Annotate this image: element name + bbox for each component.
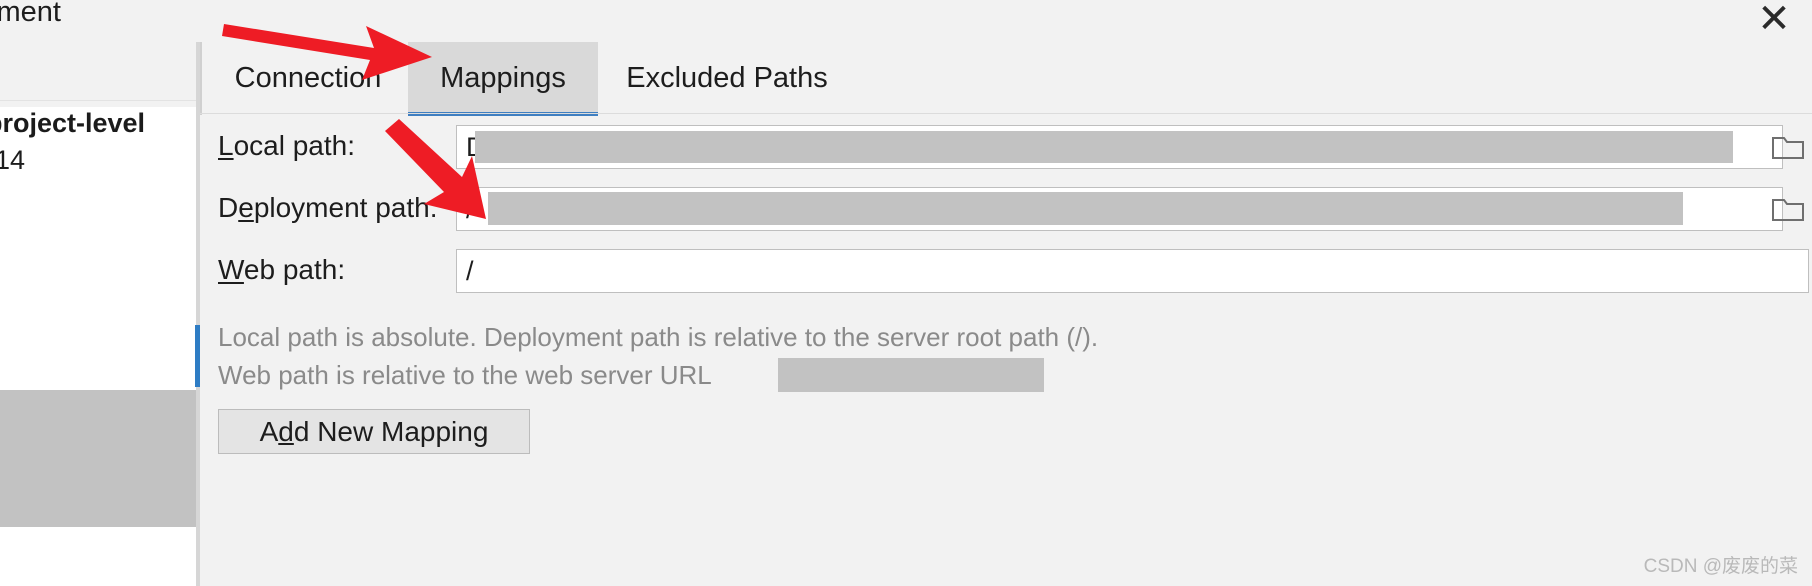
redaction-block bbox=[0, 390, 196, 527]
add-new-mapping-button[interactable]: Add New Mapping bbox=[218, 409, 530, 454]
deployment-path-input[interactable]: / bbox=[456, 187, 1783, 231]
tab-bar: Connection Mappings Excluded Paths bbox=[200, 42, 1812, 116]
local-path-value: D bbox=[466, 131, 486, 162]
deployment-path-label: Deployment path: bbox=[218, 192, 438, 223]
tab-mappings[interactable]: Mappings bbox=[408, 42, 598, 115]
deployment-server-list[interactable]: project-level ?14 ▪ ▪ ▪ ▪ ▪ bbox=[0, 107, 222, 586]
sidebar-title: yment bbox=[0, 0, 61, 28]
tab-bar-left-edge bbox=[200, 42, 202, 115]
web-path-value: / bbox=[466, 255, 474, 286]
folder-icon[interactable] bbox=[1767, 125, 1811, 169]
list-item[interactable]: ▪ bbox=[0, 279, 194, 310]
redaction-block bbox=[778, 358, 1044, 392]
tab-connection[interactable]: Connection bbox=[208, 42, 408, 115]
list-item[interactable]: ▪ bbox=[0, 545, 196, 576]
watermark: CSDN @废废的菜 bbox=[1643, 556, 1798, 577]
web-path-label: Web path: bbox=[218, 254, 346, 285]
hint-line-1: Local path is absolute. Deployment path … bbox=[218, 322, 1099, 352]
list-item[interactable]: ?14 bbox=[0, 145, 202, 176]
sidebar-divider bbox=[0, 100, 222, 101]
hint-line-2: Web path is relative to the web server U… bbox=[218, 360, 712, 390]
list-item[interactable]: ▪ bbox=[0, 223, 196, 254]
local-path-input[interactable]: D bbox=[456, 125, 1783, 169]
folder-icon[interactable] bbox=[1767, 187, 1811, 231]
deployment-sidebar: yment project-level ?14 ▪ ▪ ▪ ▪ ▪ bbox=[0, 0, 222, 586]
deployment-settings-dialog: yment project-level ?14 ▪ ▪ ▪ ▪ ▪ ✕ Conn… bbox=[0, 0, 1812, 586]
list-item[interactable]: project-level bbox=[0, 108, 208, 139]
close-icon[interactable]: ✕ bbox=[1746, 0, 1802, 46]
local-path-label: Local path: bbox=[218, 130, 355, 161]
tab-bar-bottom-border bbox=[200, 113, 1812, 114]
tab-excluded-paths[interactable]: Excluded Paths bbox=[612, 42, 842, 115]
list-item[interactable]: ▪ bbox=[0, 323, 192, 354]
web-path-input[interactable]: / bbox=[456, 249, 1809, 293]
deployment-path-value: / bbox=[466, 193, 474, 224]
mappings-panel: ✕ Connection Mappings Excluded Paths Loc… bbox=[200, 0, 1812, 586]
list-item[interactable]: ▪ bbox=[0, 185, 198, 216]
